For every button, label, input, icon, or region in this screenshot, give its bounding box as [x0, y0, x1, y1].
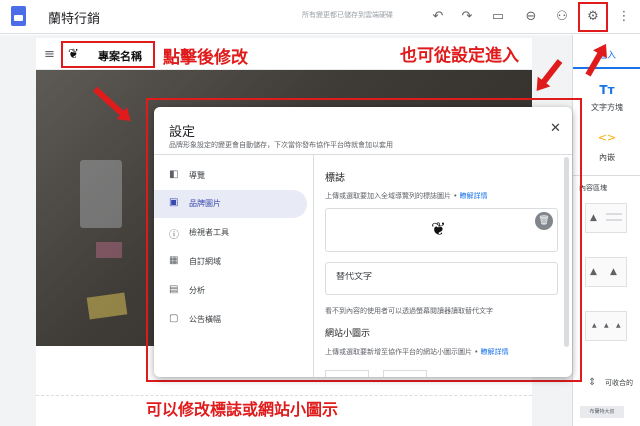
text-line [606, 213, 622, 215]
info-icon: ⓘ [169, 230, 179, 241]
favicon-description-text: 上傳或選取要新增至協作平台的網站小圖示圖片 • [325, 348, 479, 356]
layout-thumbnail[interactable]: ▲ ▲ [585, 257, 627, 287]
embed-label[interactable]: 內嵌 [573, 152, 640, 163]
dialog-divider [154, 154, 572, 155]
favicon-description: 上傳或選取要新增至協作平台的網站小圖示圖片 • 瞭解詳情 [325, 347, 509, 357]
alt-text-help: 看不到內容的使用者可以透過螢幕閱讀器讀取替代文字 [325, 307, 493, 315]
favicon-upload-box[interactable] [383, 370, 427, 377]
site-name[interactable]: 專案名稱 [98, 48, 142, 64]
logo-learn-more-link[interactable]: 瞭解詳情 [460, 192, 488, 200]
text-box-icon[interactable]: Tт [573, 83, 640, 97]
leaf-logo-icon: ❦ [431, 219, 447, 240]
layout-thumbnail[interactable]: ▲ [585, 203, 627, 233]
favicon-section-title: 網站小圖示 [325, 329, 371, 339]
link-icon[interactable]: ⊖ [521, 7, 541, 27]
collapsible-label[interactable]: 可收合的 [605, 378, 633, 388]
image-icon: ▲ [590, 213, 597, 223]
more-vert-icon[interactable]: ⋮ [614, 7, 634, 27]
favicon-upload-box[interactable] [325, 370, 369, 377]
annotation-click-to-edit: 點擊後修改 [163, 48, 248, 68]
menu-icon[interactable]: ≡ [44, 47, 55, 62]
nav-item-viewer-tools[interactable]: ⓘ 檢視者工具 [154, 219, 307, 247]
dialog-column-divider [313, 154, 314, 377]
insert-sidebar: 插入 Tт 文字方塊 <> 內嵌 內容區塊 ▲ ▲ ▲ ▲ ▲ ▲ ⇕ 可收合的 [572, 35, 640, 426]
favicon-learn-more-link[interactable]: 瞭解詳情 [481, 348, 509, 356]
dialog-title: 設定 [169, 125, 196, 140]
logo-upload-box[interactable]: ❦ [325, 208, 558, 252]
logo-description-text: 上傳或選取要加入全域導覽列的標誌圖片 • [325, 192, 458, 200]
trash-icon[interactable]: 🗑 [535, 212, 553, 230]
analytics-icon: ▤ [169, 284, 179, 295]
text-box-label[interactable]: 文字方塊 [573, 102, 640, 113]
watermark: 布蘭特大叔 [580, 406, 624, 418]
preview-icon[interactable]: ▭ [488, 7, 508, 27]
alt-text-field[interactable] [325, 262, 558, 295]
image-icon: ▲ [610, 267, 617, 277]
gear-icon[interactable]: ⚙ [583, 7, 603, 27]
nav-item-brand-images[interactable]: ▣ 品牌圖片 [154, 190, 307, 218]
logo-description: 上傳或選取要加入全域導覽列的標誌圖片 • 瞭解詳情 [325, 191, 488, 201]
image-icon: ▲ [592, 322, 597, 329]
layout-thumbnail[interactable]: ▲ ▲ ▲ [585, 311, 627, 341]
nav-item-label: 分析 [189, 286, 205, 295]
collapsible-icon[interactable]: ⇕ [588, 377, 596, 388]
logo-section-title: 標誌 [325, 173, 345, 184]
hero-glass-shape [80, 160, 122, 228]
nav-item-announcement-banner[interactable]: ▢ 公告橫幅 [154, 306, 307, 334]
nav-item-label: 自訂網域 [189, 257, 221, 266]
text-line [606, 219, 622, 221]
nav-item-label: 導覽 [189, 171, 205, 180]
announcement-icon: ▢ [169, 313, 179, 324]
annotation-bottom-note: 可以修改標誌或網站小圖示 [146, 400, 339, 419]
image-icon: ▣ [169, 197, 179, 208]
alt-text-input[interactable] [336, 272, 546, 282]
navigation-icon: ◧ [169, 169, 179, 180]
nav-item-analytics[interactable]: ▤ 分析 [154, 277, 307, 305]
close-icon[interactable]: ✕ [550, 121, 561, 136]
annotation-from-settings: 也可從設定進入 [400, 46, 519, 66]
site-title[interactable]: 蘭特行銷 [48, 8, 100, 27]
image-icon: ▲ [616, 322, 621, 329]
domain-icon: ▦ [169, 255, 179, 266]
sidebar-divider [573, 175, 640, 176]
dialog-description: 品牌形象設定的變更會自動儲存，下次當你發布協作平台時就會加以套用 [169, 141, 393, 149]
save-status: 所有變更都已儲存到雲端硬碟 [302, 11, 393, 19]
hero-note-shape [96, 242, 122, 258]
image-icon: ▲ [604, 322, 609, 329]
undo-icon[interactable]: ↶ [428, 7, 448, 27]
nav-item-label: 檢視者工具 [189, 228, 229, 237]
hero-sticky-shape [86, 292, 128, 320]
leaf-logo-icon: ❦ [68, 47, 79, 62]
share-icon[interactable]: ⚇ [552, 7, 572, 27]
redo-icon[interactable]: ↷ [457, 7, 477, 27]
nav-item-navigation[interactable]: ◧ 導覽 [154, 162, 307, 190]
site-name-box[interactable]: ❦ 專案名稱 [61, 41, 155, 68]
embed-icon[interactable]: <> [573, 131, 640, 144]
nav-item-label: 品牌圖片 [189, 199, 221, 208]
sites-logo-icon[interactable] [11, 6, 26, 26]
nav-item-custom-domain[interactable]: ▦ 自訂網域 [154, 248, 307, 276]
dialog-scrollbar[interactable] [564, 157, 569, 347]
nav-item-label: 公告橫幅 [189, 315, 221, 324]
layouts-label: 內容區塊 [579, 184, 607, 192]
image-icon: ▲ [590, 267, 597, 277]
settings-dialog: 設定 品牌形象設定的變更會自動儲存，下次當你發布協作平台時就會加以套用 ✕ ◧ … [154, 107, 572, 377]
top-toolbar: 蘭特行銷 所有變更都已儲存到雲端硬碟 ↶ ↷ ▭ ⊖ ⚇ ⚙ ⋮ [0, 0, 640, 34]
